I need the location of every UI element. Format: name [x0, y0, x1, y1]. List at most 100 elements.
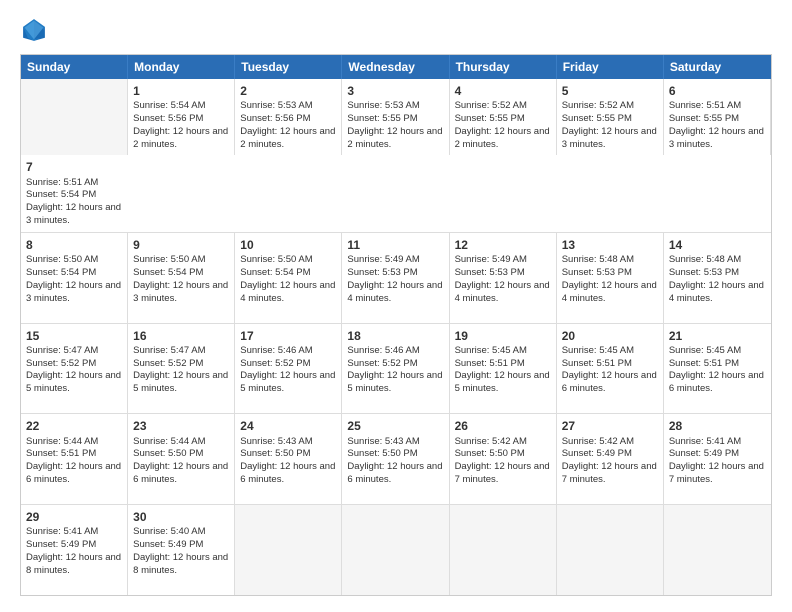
- cell-line1: Sunrise: 5:41 AM: [26, 526, 98, 537]
- cell-line3: Daylight: 12 hours: [455, 370, 532, 381]
- cell-line2: Sunset: 5:50 PM: [347, 448, 417, 459]
- cell-line3: Daylight: 12 hours: [133, 280, 210, 291]
- cell-line1: Sunrise: 5:53 AM: [347, 100, 419, 111]
- cell-line1: Sunrise: 5:54 AM: [133, 100, 205, 111]
- day-number: 1: [133, 83, 229, 99]
- cell-line2: Sunset: 5:49 PM: [26, 539, 96, 550]
- cell-line1: Sunrise: 5:49 AM: [347, 254, 419, 265]
- cell-line1: Sunrise: 5:47 AM: [133, 345, 205, 356]
- calendar-row-3: 22Sunrise: 5:44 AM Sunset: 5:51 PM Dayli…: [21, 413, 771, 504]
- cell-line3: Daylight: 12 hours: [347, 126, 424, 137]
- cell-line2: Sunset: 5:51 PM: [669, 358, 739, 369]
- cell-line2: Sunset: 5:50 PM: [240, 448, 310, 459]
- cal-cell-21: 21Sunrise: 5:45 AM Sunset: 5:51 PM Dayli…: [664, 324, 771, 414]
- cell-line3: Daylight: 12 hours: [669, 280, 746, 291]
- cell-line3: Daylight: 12 hours: [455, 126, 532, 137]
- day-number: 19: [455, 328, 551, 344]
- day-number: 9: [133, 237, 229, 253]
- cell-line1: Sunrise: 5:46 AM: [347, 345, 419, 356]
- cell-line2: Sunset: 5:54 PM: [26, 189, 96, 200]
- cell-line1: Sunrise: 5:44 AM: [133, 436, 205, 447]
- cal-cell-14: 14Sunrise: 5:48 AM Sunset: 5:53 PM Dayli…: [664, 233, 771, 323]
- cal-cell-16: 16Sunrise: 5:47 AM Sunset: 5:52 PM Dayli…: [128, 324, 235, 414]
- day-number: 13: [562, 237, 658, 253]
- cal-cell-1: 1Sunrise: 5:54 AM Sunset: 5:56 PM Daylig…: [128, 79, 235, 155]
- day-header-friday: Friday: [557, 55, 664, 79]
- cal-cell-4: 4Sunrise: 5:52 AM Sunset: 5:55 PM Daylig…: [450, 79, 557, 155]
- cal-cell-empty: [557, 505, 664, 595]
- cell-line1: Sunrise: 5:51 AM: [669, 100, 741, 111]
- calendar-header: SundayMondayTuesdayWednesdayThursdayFrid…: [21, 55, 771, 79]
- cell-line1: Sunrise: 5:46 AM: [240, 345, 312, 356]
- cal-cell-empty: [342, 505, 449, 595]
- cal-cell-6: 6Sunrise: 5:51 AM Sunset: 5:55 PM Daylig…: [664, 79, 771, 155]
- cell-line1: Sunrise: 5:43 AM: [240, 436, 312, 447]
- cell-line2: Sunset: 5:49 PM: [562, 448, 632, 459]
- day-number: 17: [240, 328, 336, 344]
- logo-icon: [20, 16, 48, 44]
- cell-line3: Daylight: 12 hours: [133, 370, 210, 381]
- cal-cell-29: 29Sunrise: 5:41 AM Sunset: 5:49 PM Dayli…: [21, 505, 128, 595]
- cal-cell-30: 30Sunrise: 5:40 AM Sunset: 5:49 PM Dayli…: [128, 505, 235, 595]
- cell-line2: Sunset: 5:49 PM: [669, 448, 739, 459]
- cell-line1: Sunrise: 5:45 AM: [455, 345, 527, 356]
- cell-line3: Daylight: 12 hours: [562, 280, 639, 291]
- cal-cell-12: 12Sunrise: 5:49 AM Sunset: 5:53 PM Dayli…: [450, 233, 557, 323]
- cell-line3: Daylight: 12 hours: [133, 552, 210, 563]
- cell-line1: Sunrise: 5:47 AM: [26, 345, 98, 356]
- cell-line1: Sunrise: 5:42 AM: [455, 436, 527, 447]
- cell-line1: Sunrise: 5:45 AM: [562, 345, 634, 356]
- calendar-row-1: 8Sunrise: 5:50 AM Sunset: 5:54 PM Daylig…: [21, 232, 771, 323]
- cell-line3: Daylight: 12 hours: [26, 461, 103, 472]
- day-number: 12: [455, 237, 551, 253]
- cal-cell-24: 24Sunrise: 5:43 AM Sunset: 5:50 PM Dayli…: [235, 414, 342, 504]
- cell-line3: Daylight: 12 hours: [347, 370, 424, 381]
- cell-line3: Daylight: 12 hours: [26, 552, 103, 563]
- cal-cell-11: 11Sunrise: 5:49 AM Sunset: 5:53 PM Dayli…: [342, 233, 449, 323]
- cell-line1: Sunrise: 5:52 AM: [455, 100, 527, 111]
- day-number: 24: [240, 418, 336, 434]
- day-number: 8: [26, 237, 122, 253]
- cal-cell-8: 8Sunrise: 5:50 AM Sunset: 5:54 PM Daylig…: [21, 233, 128, 323]
- day-number: 23: [133, 418, 229, 434]
- calendar-row-0: 1Sunrise: 5:54 AM Sunset: 5:56 PM Daylig…: [21, 79, 771, 232]
- day-header-sunday: Sunday: [21, 55, 128, 79]
- cal-cell-2: 2Sunrise: 5:53 AM Sunset: 5:56 PM Daylig…: [235, 79, 342, 155]
- cell-line3: Daylight: 12 hours: [562, 370, 639, 381]
- cal-cell-5: 5Sunrise: 5:52 AM Sunset: 5:55 PM Daylig…: [557, 79, 664, 155]
- cell-line2: Sunset: 5:55 PM: [562, 113, 632, 124]
- header: [20, 16, 772, 44]
- cell-line3: Daylight: 12 hours: [240, 280, 317, 291]
- cell-line1: Sunrise: 5:42 AM: [562, 436, 634, 447]
- cell-line2: Sunset: 5:50 PM: [133, 448, 203, 459]
- cell-line2: Sunset: 5:54 PM: [26, 267, 96, 278]
- cell-line1: Sunrise: 5:48 AM: [562, 254, 634, 265]
- cell-line2: Sunset: 5:56 PM: [133, 113, 203, 124]
- day-number: 4: [455, 83, 551, 99]
- cal-cell-empty: [664, 505, 771, 595]
- day-number: 21: [669, 328, 766, 344]
- cell-line3: Daylight: 12 hours: [347, 461, 424, 472]
- day-number: 18: [347, 328, 443, 344]
- cell-line2: Sunset: 5:55 PM: [347, 113, 417, 124]
- cal-cell-7: 7Sunrise: 5:51 AM Sunset: 5:54 PM Daylig…: [21, 155, 128, 231]
- cell-line2: Sunset: 5:54 PM: [240, 267, 310, 278]
- day-number: 20: [562, 328, 658, 344]
- cell-line2: Sunset: 5:53 PM: [347, 267, 417, 278]
- cell-line2: Sunset: 5:50 PM: [455, 448, 525, 459]
- cell-line3: Daylight: 12 hours: [669, 126, 746, 137]
- cell-line2: Sunset: 5:56 PM: [240, 113, 310, 124]
- cal-cell-empty: [235, 505, 342, 595]
- day-number: 22: [26, 418, 122, 434]
- cell-line3: Daylight: 12 hours: [133, 126, 210, 137]
- day-number: 6: [669, 83, 765, 99]
- cell-line2: Sunset: 5:52 PM: [26, 358, 96, 369]
- cell-line1: Sunrise: 5:50 AM: [26, 254, 98, 265]
- cal-cell-25: 25Sunrise: 5:43 AM Sunset: 5:50 PM Dayli…: [342, 414, 449, 504]
- page: SundayMondayTuesdayWednesdayThursdayFrid…: [0, 0, 792, 612]
- cell-line2: Sunset: 5:52 PM: [347, 358, 417, 369]
- cell-line1: Sunrise: 5:52 AM: [562, 100, 634, 111]
- cell-line3: Daylight: 12 hours: [26, 370, 103, 381]
- cell-line2: Sunset: 5:55 PM: [669, 113, 739, 124]
- cell-line3: Daylight: 12 hours: [455, 461, 532, 472]
